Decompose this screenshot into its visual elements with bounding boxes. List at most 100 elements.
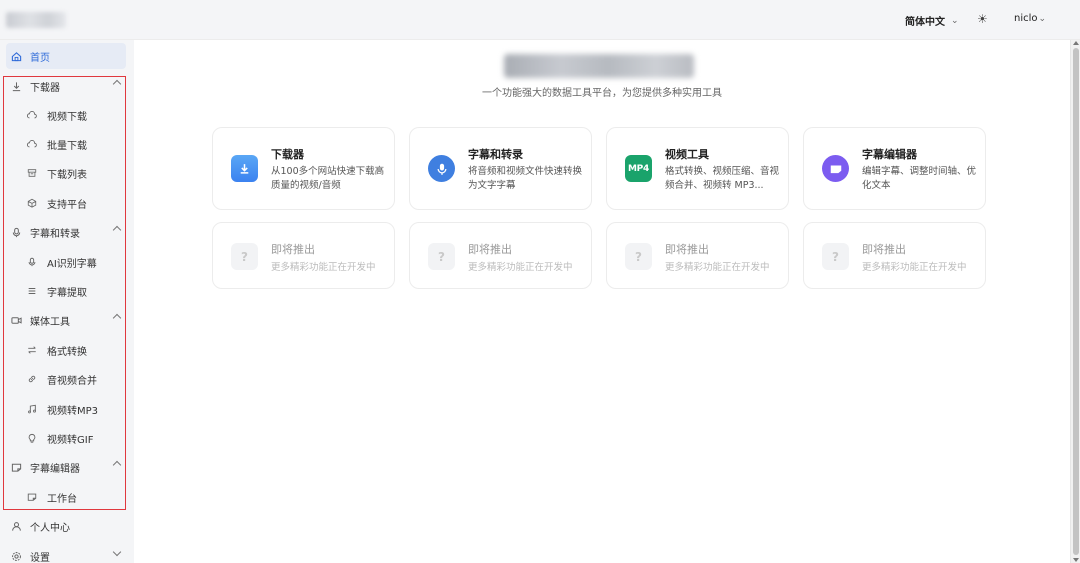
sidebar-item-home[interactable]: 首页 xyxy=(6,43,126,69)
sidebar-item-format-convert[interactable]: 格式转换 xyxy=(6,337,126,363)
coming-soon-desc: 更多精彩功能正在开发中 xyxy=(271,262,376,273)
tool-card-subtitle-editor[interactable]: 字幕编辑器 编辑字幕、调整时间轴、优化文本 xyxy=(803,127,986,210)
sidebar-group-label: 媒体工具 xyxy=(30,316,70,328)
chevron-down-icon: ⌄ xyxy=(951,15,959,26)
coming-soon-card: ? 即将推出 更多精彩功能正在开发中 xyxy=(606,222,789,289)
swap-icon xyxy=(26,344,38,356)
tool-card-subtitles-transcription[interactable]: 字幕和转录 将音频和视频文件快速转换为文字字幕 xyxy=(409,127,592,210)
sidebar-item-subtitle-extract[interactable]: 字幕提取 xyxy=(6,278,126,304)
chevron-up-icon xyxy=(112,225,122,235)
sidebar-item-label: 视频转GIF xyxy=(47,434,94,446)
user-icon xyxy=(10,520,22,532)
scroll-down-arrow[interactable] xyxy=(1073,558,1079,562)
chevron-up-icon xyxy=(112,313,122,323)
tool-card-desc: 格式转换、视频压缩、音视频合并、视频转 MP3... xyxy=(665,166,780,191)
tool-card-desc: 编辑字幕、调整时间轴、优化文本 xyxy=(862,166,977,191)
music-icon xyxy=(26,403,38,415)
sidebar-item-ai-subtitles[interactable]: AI识别字幕 xyxy=(6,249,126,275)
question-icon: ? xyxy=(231,243,258,270)
sidebar-item-download-list[interactable]: 下载列表 xyxy=(6,160,126,186)
chevron-down-icon: ⌄ xyxy=(1038,13,1047,24)
sidebar-group-downloader[interactable]: 下载器 xyxy=(6,73,126,99)
sidebar-item-label: 工作台 xyxy=(47,493,77,505)
chevron-up-icon xyxy=(112,79,122,89)
sidebar-item-video-download[interactable]: 视频下载 xyxy=(6,102,126,128)
caption-icon xyxy=(10,461,22,473)
scroll-up-arrow[interactable] xyxy=(1073,41,1079,45)
username: niclo xyxy=(1014,13,1038,24)
caption-icon xyxy=(26,491,38,503)
sidebar-item-label: 支持平台 xyxy=(47,199,87,211)
question-icon: ? xyxy=(428,243,455,270)
tool-card-downloader[interactable]: 下载器 从100多个网站快速下载高质量的视频/音频 xyxy=(212,127,395,210)
sidebar-group-label: 下载器 xyxy=(30,82,60,94)
page-subtitle: 一个功能强大的数据工具平台，为您提供多种实用工具 xyxy=(482,88,722,99)
sidebar-item-label: AI识别字幕 xyxy=(47,258,97,270)
sidebar-item-label: 视频下载 xyxy=(47,111,87,123)
sidebar-item-supported-platforms[interactable]: 支持平台 xyxy=(6,190,126,216)
gear-icon xyxy=(10,550,22,562)
sidebar-item-label: 批量下载 xyxy=(47,140,87,152)
question-icon: ? xyxy=(625,243,652,270)
app-logo[interactable] xyxy=(6,12,66,28)
question-icon: ? xyxy=(822,243,849,270)
home-icon xyxy=(10,50,22,62)
sidebar-item-label: 格式转换 xyxy=(47,346,87,358)
sidebar-item-label: 视频转MP3 xyxy=(47,405,99,417)
sidebar-item-label: 首页 xyxy=(30,52,50,64)
chevron-up-icon xyxy=(112,460,122,470)
sidebar-item-batch-download[interactable]: 批量下载 xyxy=(6,131,126,157)
link-icon xyxy=(26,373,38,385)
cloud-icon xyxy=(26,109,38,121)
sun-icon[interactable]: ☀ xyxy=(977,12,988,26)
sidebar-item-video-to-gif[interactable]: 视频转GIF xyxy=(6,425,126,451)
top-bar: 简体中文 ⌄ ☀ niclo ⌄ xyxy=(0,0,1080,40)
caption-icon xyxy=(822,155,849,182)
coming-soon-desc: 更多精彩功能正在开发中 xyxy=(665,262,770,273)
cube-icon xyxy=(26,197,38,209)
list-icon xyxy=(26,285,38,297)
tool-card-video-tools[interactable]: MP4 视频工具 格式转换、视频压缩、音视频合并、视频转 MP3... xyxy=(606,127,789,210)
video-icon xyxy=(10,314,22,326)
sidebar-group-media-tools[interactable]: 媒体工具 xyxy=(6,307,126,333)
sidebar-item-label: 个人中心 xyxy=(30,522,70,534)
download-icon xyxy=(10,80,22,92)
tool-card-title: 字幕编辑器 xyxy=(862,148,917,161)
mic-icon xyxy=(26,256,38,268)
download-icon xyxy=(231,155,258,182)
tool-card-desc: 从100多个网站快速下载高质量的视频/音频 xyxy=(271,166,385,191)
sidebar-item-label: 字幕提取 xyxy=(47,287,87,299)
chevron-down-icon xyxy=(112,547,122,557)
coming-soon-desc: 更多精彩功能正在开发中 xyxy=(468,262,573,273)
sidebar-group-label: 字幕和转录 xyxy=(30,228,80,240)
sidebar-group-subtitles-transcription[interactable]: 字幕和转录 xyxy=(6,219,126,245)
vertical-scrollbar[interactable] xyxy=(1070,40,1080,563)
page-title-redacted xyxy=(504,54,694,78)
scrollbar-thumb[interactable] xyxy=(1073,48,1079,555)
language-selector[interactable]: 简体中文 ⌄ xyxy=(905,13,959,29)
user-menu[interactable]: niclo ⌄ xyxy=(1014,13,1046,24)
coming-soon-title: 即将推出 xyxy=(271,243,315,256)
sidebar-item-label: 设置 xyxy=(30,552,50,563)
tool-card-title: 视频工具 xyxy=(665,148,709,161)
mic-icon xyxy=(428,155,455,182)
coming-soon-card: ? 即将推出 更多精彩功能正在开发中 xyxy=(212,222,395,289)
sidebar-item-label: 下载列表 xyxy=(47,169,87,181)
tool-card-title: 下载器 xyxy=(271,148,304,161)
coming-soon-title: 即将推出 xyxy=(862,243,906,256)
tool-card-title: 字幕和转录 xyxy=(468,148,523,161)
sidebar-item-workbench[interactable]: 工作台 xyxy=(6,484,126,510)
sidebar-group-subtitle-editor[interactable]: 字幕编辑器 xyxy=(6,454,126,480)
sidebar-item-label: 音视频合并 xyxy=(47,375,97,387)
mp4-icon: MP4 xyxy=(625,155,652,182)
sidebar-item-video-to-mp3[interactable]: 视频转MP3 xyxy=(6,396,126,422)
sidebar-item-av-merge[interactable]: 音视频合并 xyxy=(6,366,126,392)
language-label: 简体中文 xyxy=(905,17,945,28)
sidebar-item-settings[interactable]: 设置 xyxy=(6,543,126,563)
mic-icon xyxy=(10,226,22,238)
coming-soon-title: 即将推出 xyxy=(468,243,512,256)
coming-soon-card: ? 即将推出 更多精彩功能正在开发中 xyxy=(803,222,986,289)
coming-soon-card: ? 即将推出 更多精彩功能正在开发中 xyxy=(409,222,592,289)
sidebar-item-profile[interactable]: 个人中心 xyxy=(6,513,126,539)
main-content: 一个功能强大的数据工具平台，为您提供多种实用工具 下载器 从100多个网站快速下… xyxy=(134,40,1070,563)
